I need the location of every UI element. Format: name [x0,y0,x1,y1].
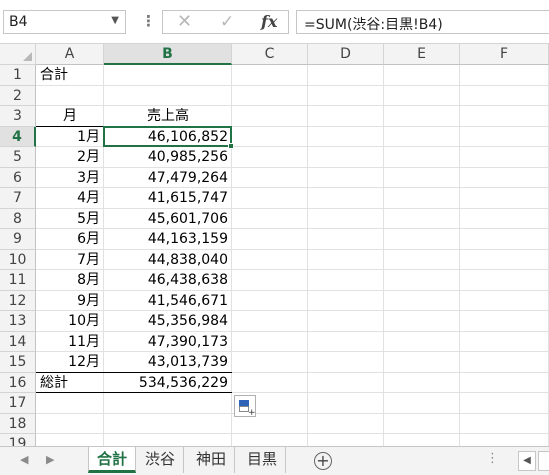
cell-sales[interactable]: 41,615,747 [104,188,232,209]
row-header-14[interactable]: 14 [0,331,36,352]
gridline-horizontal [36,84,549,86]
formula-text: =SUM(渋谷:目黒!B4) [304,17,443,33]
gridline-vertical [383,65,384,446]
row-header-9[interactable]: 9 [0,229,36,250]
gridline-horizontal [36,433,549,434]
gridline-vertical [307,65,308,446]
column-header-b[interactable]: B [104,44,232,65]
fill-handle[interactable] [228,143,234,149]
cell-sales[interactable]: 46,438,638 [104,270,232,291]
cell-sales[interactable]: 44,163,159 [104,229,232,250]
gridline-horizontal [36,412,549,414]
cell-month[interactable]: 7月 [36,250,104,271]
select-all-triangle-icon [23,52,32,61]
gridline-vertical [459,65,460,446]
formula-bar: B4 ▼ ⋮ ✕ ✓ fx =SUM(渋谷:目黒!B4) [0,0,549,44]
next-sheet-icon[interactable]: ▶ [46,453,54,466]
sheet-tab-bar: ◀ ▶ 合計 渋谷 神田 目黒 + ⋮ ◀ [0,446,549,475]
cell-month[interactable]: 5月 [36,209,104,230]
row-header-19[interactable]: 19 [0,434,36,446]
cell-b3[interactable]: 売上高 [104,106,232,127]
vertical-dots-icon[interactable]: ⋮ [141,12,156,30]
cell-month[interactable]: 3月 [36,168,104,189]
prev-sheet-icon[interactable]: ◀ [20,453,28,466]
cancel-icon[interactable]: ✕ [177,11,192,32]
row-header-16[interactable]: 16 [0,372,36,393]
cell-sales[interactable]: 45,601,706 [104,209,232,230]
cell-sales[interactable]: 40,985,256 [104,147,232,168]
sheet-tab[interactable]: 合計 [88,447,137,473]
cell-border-line [36,392,232,393]
formula-buttons: ✕ ✓ fx [162,10,289,34]
column-header-d[interactable]: D [308,44,384,65]
horizontal-scrollbar[interactable] [538,451,549,471]
cell-a3[interactable]: 月 [36,106,104,127]
chevron-down-icon[interactable]: ▼ [111,15,119,26]
cell-month[interactable]: 6月 [36,229,104,250]
sheet-tab[interactable]: 渋谷 [137,447,185,473]
formula-input[interactable]: =SUM(渋谷:目黒!B4) [296,10,549,34]
vertical-dots-icon[interactable]: ⋮ [486,451,499,466]
cell-total-label[interactable]: 総計 [36,373,104,394]
cell-sales[interactable]: 45,356,984 [104,311,232,332]
cell-month[interactable]: 8月 [36,270,104,291]
column-header-e[interactable]: E [384,44,460,65]
sheet-tab[interactable]: 神田 [188,447,236,473]
scroll-left-icon[interactable]: ◀ [518,451,536,471]
row-header-8[interactable]: 8 [0,208,36,229]
row-header-15[interactable]: 15 [0,352,36,373]
spreadsheet-grid[interactable]: ABCDEF 1 2 3 4 5 6 7 8 9 10 11 12 13 14 15 16 17 18 19 合計月… [0,44,549,446]
cell-a1[interactable]: 合計 [36,65,104,86]
cell-sales[interactable]: 43,013,739 [104,352,232,373]
row-header-6[interactable]: 6 [0,167,36,188]
row-header-2[interactable]: 2 [0,85,36,106]
cell-month[interactable]: 11月 [36,332,104,353]
insert-function-icon[interactable]: fx [261,12,277,31]
cell-month[interactable]: 2月 [36,147,104,168]
checkmark-icon[interactable]: ✓ [220,12,234,32]
cell-total-value[interactable]: 534,536,229 [104,373,232,394]
select-all-button[interactable] [0,44,36,65]
row-header-3[interactable]: 3 [0,106,36,127]
name-box-value: B4 [9,14,28,30]
name-box[interactable]: B4 ▼ [3,10,126,34]
add-sheet-icon[interactable]: + [314,452,332,470]
row-header-10[interactable]: 10 [0,249,36,270]
cell-month[interactable]: 4月 [36,188,104,209]
cell-sales[interactable]: 41,546,671 [104,291,232,312]
cell-sales[interactable]: 47,390,173 [104,332,232,353]
cell-sales[interactable]: 47,479,264 [104,168,232,189]
paste-options-plus: + [248,408,256,418]
row-header-12[interactable]: 12 [0,290,36,311]
cell-month[interactable]: 9月 [36,291,104,312]
sheet-tab[interactable]: 目黒 [239,447,287,473]
paste-options-icon[interactable]: + [234,395,256,418]
row-header-5[interactable]: 5 [0,147,36,168]
column-header-c[interactable]: C [232,44,308,65]
row-header-4[interactable]: 4 [0,126,36,147]
cell-border-line [36,371,232,373]
cell-month[interactable]: 1月 [36,127,104,148]
row-header-11[interactable]: 11 [0,270,36,291]
row-header-18[interactable]: 18 [0,413,36,434]
cell-month[interactable]: 12月 [36,352,104,373]
cell-month[interactable]: 10月 [36,311,104,332]
row-header-7[interactable]: 7 [0,188,36,209]
row-header-1[interactable]: 1 [0,65,36,86]
active-cell-outline [103,125,232,147]
cell-sales[interactable]: 44,838,040 [104,250,232,271]
row-header-17[interactable]: 17 [0,393,36,414]
column-header-a[interactable]: A [36,44,104,65]
row-header-13[interactable]: 13 [0,311,36,332]
column-header-f[interactable]: F [460,44,549,65]
